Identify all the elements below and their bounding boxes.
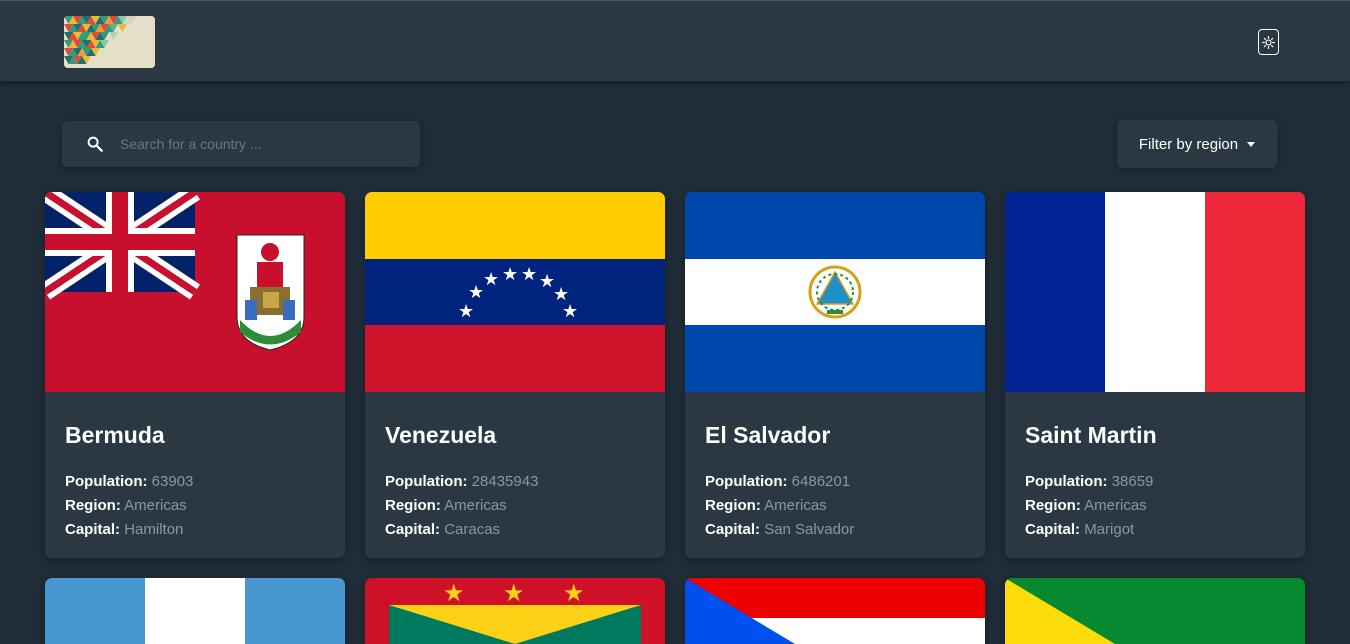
svg-text:★: ★ xyxy=(443,579,465,607)
capital-value: San Salvador xyxy=(764,521,855,538)
svg-text:★: ★ xyxy=(502,264,518,285)
capital-value: Caracas xyxy=(444,521,501,538)
population-label: Population: xyxy=(705,473,788,490)
capital-label: Capital: xyxy=(65,521,121,538)
country-card[interactable] xyxy=(685,578,985,644)
country-card-saint-martin[interactable]: Saint Martin Population: 38659 Region: A… xyxy=(1005,192,1305,558)
region-label: Region: xyxy=(1025,497,1081,514)
capital-label: Capital: xyxy=(1025,521,1081,538)
population-value: 38659 xyxy=(1111,473,1154,490)
svg-text:★: ★ xyxy=(458,301,474,322)
caret-down-icon xyxy=(1247,141,1256,147)
country-name: Bermuda xyxy=(65,422,165,448)
country-name: Venezuela xyxy=(385,422,497,448)
flag-bermuda xyxy=(45,192,345,392)
country-card[interactable] xyxy=(45,578,345,644)
region-label: Region: xyxy=(385,497,441,514)
svg-text:★: ★ xyxy=(483,269,499,290)
svg-text:★: ★ xyxy=(468,282,484,303)
population-value: 63903 xyxy=(151,473,194,490)
population-value: 6486201 xyxy=(791,473,851,490)
filter-by-region-dropdown[interactable]: Filter by region xyxy=(1117,120,1277,168)
header xyxy=(0,0,1350,81)
population-label: Population: xyxy=(385,473,468,490)
capital-label: Capital: xyxy=(385,521,441,538)
light-blue-white-flag-icon xyxy=(45,578,345,644)
country-card-bermuda[interactable]: Bermuda Population: 63903 Region: Americ… xyxy=(45,192,345,558)
country-details: Population: 38659 Region: Americas Capit… xyxy=(1025,470,1153,542)
capital-value: Marigot xyxy=(1084,521,1135,538)
green-yellow-diagonal-flag-icon xyxy=(1005,578,1305,644)
capital-value: Hamilton xyxy=(124,521,184,538)
svg-text:★: ★ xyxy=(503,579,525,607)
search-icon xyxy=(87,136,103,152)
population-value: 28435943 xyxy=(471,473,539,490)
country-details: Population: 63903 Region: Americas Capit… xyxy=(65,470,193,542)
el-salvador-flag-icon xyxy=(685,192,985,392)
geometric-triangles-logo-icon xyxy=(64,16,155,68)
flag-saint-martin xyxy=(1005,192,1305,392)
population-label: Population: xyxy=(65,473,148,490)
svg-text:★: ★ xyxy=(562,301,578,322)
country-card[interactable]: ★ ★ ★ xyxy=(365,578,665,644)
sun-icon xyxy=(1262,35,1275,49)
saint-martin-flag-icon xyxy=(1005,192,1305,392)
country-card-el-salvador[interactable]: El Salvador Population: 6486201 Region: … xyxy=(685,192,985,558)
theme-toggle-button[interactable] xyxy=(1258,29,1279,55)
country-name: El Salvador xyxy=(705,422,831,448)
region-value: Americas xyxy=(124,497,187,514)
grenada-flag-icon: ★ ★ ★ xyxy=(365,578,665,644)
svg-text:★: ★ xyxy=(521,264,537,285)
search-box[interactable] xyxy=(62,121,420,167)
region-value: Americas xyxy=(1084,497,1147,514)
venezuela-flag-icon: ★ ★ ★ ★ ★ ★ ★ ★ xyxy=(365,192,665,392)
country-details: Population: 28435943 Region: Americas Ca… xyxy=(385,470,538,542)
red-white-blue-triangle-flag-icon xyxy=(685,578,985,644)
capital-label: Capital: xyxy=(705,521,761,538)
bermuda-flag-icon xyxy=(45,192,345,392)
svg-text:★: ★ xyxy=(563,579,585,607)
country-card-venezuela[interactable]: ★ ★ ★ ★ ★ ★ ★ ★ Venezuela Population: 28… xyxy=(365,192,665,558)
country-details: Population: 6486201 Region: Americas Cap… xyxy=(705,470,854,542)
region-label: Region: xyxy=(65,497,121,514)
flag-venezuela: ★ ★ ★ ★ ★ ★ ★ ★ xyxy=(365,192,665,392)
region-label: Region: xyxy=(705,497,761,514)
flag-el-salvador xyxy=(685,192,985,392)
population-label: Population: xyxy=(1025,473,1108,490)
country-name: Saint Martin xyxy=(1025,422,1157,448)
region-value: Americas xyxy=(444,497,507,514)
search-input[interactable] xyxy=(120,121,410,167)
region-value: Americas xyxy=(764,497,827,514)
country-card[interactable] xyxy=(1005,578,1305,644)
logo[interactable] xyxy=(64,16,155,68)
filter-label: Filter by region xyxy=(1138,135,1239,153)
